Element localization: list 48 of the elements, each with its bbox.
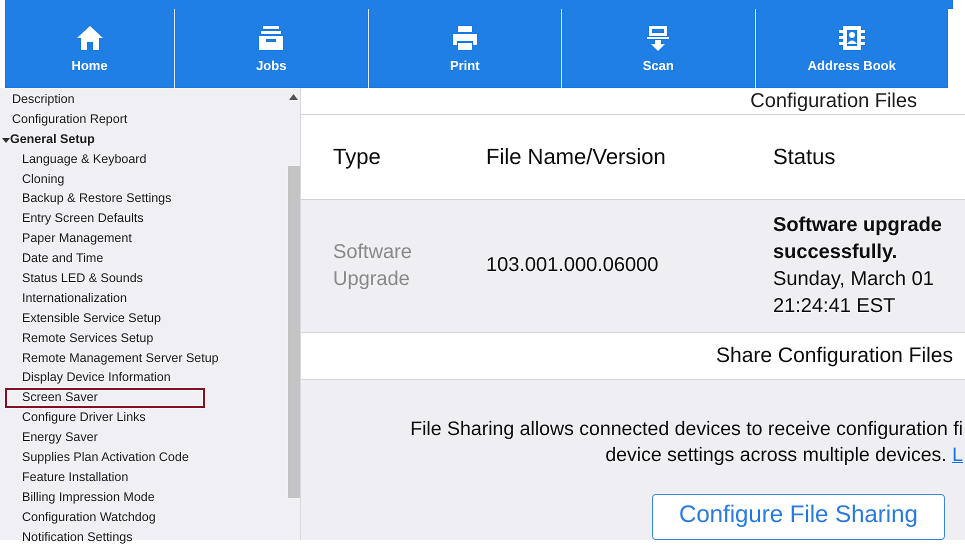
sidebar-item[interactable]: Language & Keyboard — [5, 150, 205, 170]
link[interactable]: L — [952, 444, 963, 466]
section-title: Share Configuration Files — [716, 344, 953, 368]
column-header: Status — [773, 143, 836, 172]
sidebar-item[interactable]: Paper Management — [5, 229, 205, 250]
sidebar-item[interactable]: Entry Screen Defaults — [5, 209, 205, 230]
sidebar-item[interactable]: Backup & Restore Settings — [5, 189, 205, 210]
sidebar-item[interactable]: Remote Services Setup — [5, 328, 205, 349]
sidebar-item[interactable]: Status LED & Sounds — [5, 269, 205, 289]
sidebar-item[interactable]: Cloning — [5, 170, 205, 190]
status-message: Software upgrade successfully. — [773, 212, 943, 265]
nav-tab[interactable]: Home — [5, 9, 175, 88]
nav-tab[interactable]: Address Book — [756, 9, 948, 88]
sidebar-item[interactable]: Internationalization — [5, 288, 205, 309]
sidebar-item[interactable]: Configuration Report — [5, 110, 205, 130]
table-cell-text: Software Upgrade — [333, 240, 413, 292]
sidebar-item[interactable]: Feature Installation — [5, 468, 205, 488]
nav-tab[interactable]: Jobs — [175, 9, 368, 88]
sidebar-item[interactable]: Description — [5, 90, 205, 110]
sidebar-item[interactable]: Notification Settings — [5, 528, 205, 548]
section-title: Configuration Files — [750, 88, 917, 113]
sidebar-item[interactable]: Configure Driver Links — [5, 408, 205, 428]
caret-down-icon — [2, 136, 10, 144]
nav-tab[interactable]: Print — [368, 9, 562, 88]
configure-file-sharing-button[interactable]: Configure File Sharing — [652, 494, 945, 540]
printer-icon — [450, 24, 479, 52]
column-header: File Name/Version — [486, 143, 666, 172]
sidebar-item[interactable]: Configuration Watchdog — [5, 508, 205, 528]
status-date: Sunday, March 01 — [773, 266, 934, 292]
sidebar-item[interactable]: Date and Time — [5, 249, 205, 270]
column-header: Type — [333, 143, 381, 172]
sidebar-item[interactable]: Display Device Information — [5, 368, 205, 388]
sidebar-item[interactable]: Remote Management Server Setup — [5, 348, 219, 368]
sidebar-item[interactable]: Supplies Plan Activation Code — [5, 448, 205, 468]
scrollbar-thumb[interactable] — [288, 166, 300, 498]
nav-tab[interactable]: Scan — [562, 9, 756, 88]
tray-stack-icon — [257, 24, 286, 52]
table-cell-text: 103.001.000.06000 — [486, 253, 658, 278]
status-date: 21:24:41 EST — [773, 294, 896, 319]
contact-book-icon — [838, 24, 866, 52]
home-icon — [76, 24, 104, 52]
sidebar-group[interactable]: General Setup — [2, 130, 202, 150]
scroll-up-icon[interactable] — [289, 94, 298, 100]
sidebar-item[interactable]: Billing Impression Mode — [5, 488, 205, 508]
sidebar-item[interactable]: Extensible Service Setup — [5, 308, 205, 329]
sidebar-item[interactable]: Energy Saver — [5, 428, 205, 448]
sidebar-item[interactable]: Screen Saver — [5, 388, 205, 408]
description-text: File Sharing allows connected devices to receive configuration fi device settings across multiple devices. L — [409, 417, 964, 468]
